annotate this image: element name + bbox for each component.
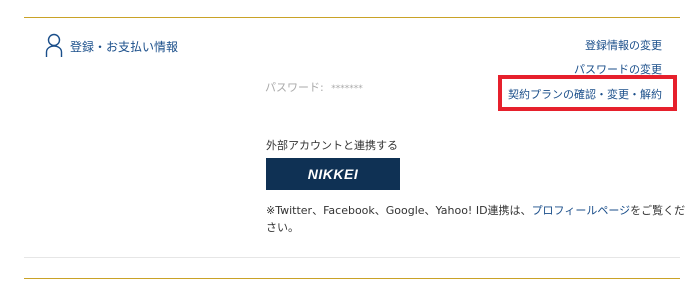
- section-header: 登録・お支払い情報: [45, 33, 178, 59]
- section-divider: [24, 257, 680, 258]
- contract-plan-link[interactable]: 契約プランの確認・変更・解約: [508, 86, 662, 102]
- section-title: 登録・お支払い情報: [70, 39, 179, 54]
- password-mask: *******: [331, 84, 363, 94]
- bottom-divider: [24, 278, 680, 279]
- profile-page-link[interactable]: プロフィールページ: [532, 204, 631, 217]
- nikkei-connect-button[interactable]: NIKKEI: [266, 158, 400, 190]
- top-divider: [24, 17, 680, 18]
- password-row: パスワード: *******: [265, 79, 363, 95]
- change-registration-link[interactable]: 登録情報の変更: [585, 37, 662, 53]
- external-account-heading: 外部アカウントと連携する: [266, 139, 398, 152]
- connection-note: ※Twitter、Facebook、Google、Yahoo! ID連携は、プロ…: [266, 202, 686, 236]
- password-label: パスワード:: [265, 81, 324, 94]
- note-prefix: ※Twitter、Facebook、Google、Yahoo! ID連携は、: [266, 204, 532, 217]
- user-icon: [45, 33, 63, 59]
